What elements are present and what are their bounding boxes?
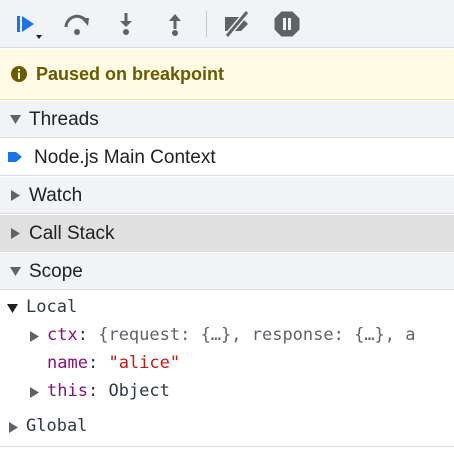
watch-label: Watch [29, 185, 83, 206]
step-into-icon [120, 13, 132, 35]
property-separator: : [87, 353, 99, 373]
property-separator: : [87, 381, 99, 401]
thread-item[interactable]: Node.js Main Context [0, 139, 454, 176]
scope-global-node[interactable]: Global [0, 415, 454, 439]
resume-button[interactable] [12, 8, 44, 40]
property-name-row[interactable]: name: "alice" [0, 352, 454, 376]
triangle-right-icon [11, 228, 20, 239]
step-into-button[interactable] [110, 8, 142, 40]
global-scope-label: Global [26, 416, 88, 436]
scope-label: Scope [29, 261, 83, 282]
triangle-down-icon [10, 267, 21, 276]
triangle-down-icon [10, 115, 21, 124]
local-scope-label: Local [26, 297, 78, 317]
pause-on-exceptions-button[interactable] [271, 8, 303, 40]
triangle-right-icon [11, 190, 20, 201]
property-name: ctx [47, 325, 78, 345]
triangle-down-icon [7, 304, 18, 313]
scope-local-node[interactable]: Local [0, 296, 454, 320]
string-value: "alice" [108, 353, 181, 373]
deactivate-breakpoints-button[interactable] [221, 8, 253, 40]
property-ctx[interactable]: ctx: {request: {…}, response: {…}, a [0, 324, 454, 348]
deactivate-breakpoints-icon [224, 10, 250, 38]
object-preview: {request: {…}, response: {…}, a [98, 325, 416, 345]
debugger-toolbar [0, 0, 454, 48]
pause-on-exceptions-icon [274, 11, 300, 37]
watch-section-header[interactable]: Watch [0, 177, 454, 214]
triangle-right-icon [9, 422, 18, 433]
step-out-icon [169, 14, 181, 36]
property-name: name [47, 353, 88, 373]
property-separator: : [77, 325, 88, 345]
current-thread-arrow-icon [8, 152, 22, 162]
threads-label: Threads [29, 109, 99, 130]
resume-icon [17, 16, 42, 39]
triangle-right-icon [30, 331, 39, 342]
property-name: this [47, 381, 88, 401]
paused-message: Paused on breakpoint [36, 64, 225, 84]
thread-label: Node.js Main Context [34, 147, 216, 168]
object-value: Object [108, 381, 170, 401]
info-icon [11, 66, 27, 82]
step-out-button[interactable] [159, 8, 191, 40]
threads-section-header[interactable]: Threads [0, 101, 454, 138]
scope-section-header[interactable]: Scope [0, 253, 454, 290]
toolbar-separator [206, 11, 207, 37]
triangle-right-icon [30, 387, 39, 398]
step-over-button[interactable] [61, 8, 93, 40]
paused-banner: Paused on breakpoint [0, 49, 454, 100]
call-stack-section-header[interactable]: Call Stack [0, 215, 454, 252]
step-over-icon [64, 14, 89, 35]
call-stack-label: Call Stack [29, 223, 115, 244]
bottom-divider [0, 446, 454, 447]
property-this[interactable]: this: Object [0, 380, 454, 404]
